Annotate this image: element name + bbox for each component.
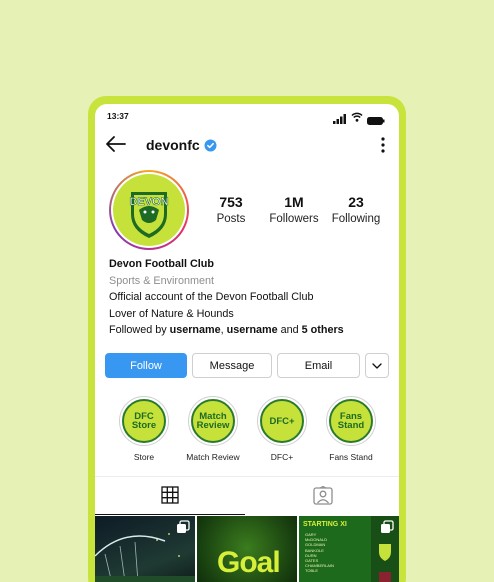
more-options-icon[interactable] xyxy=(377,135,389,155)
stat-posts[interactable]: 753 Posts xyxy=(208,194,254,225)
highlight-cover: Match Review xyxy=(191,399,235,443)
multiple-images-icon xyxy=(380,520,394,534)
follow-button[interactable]: Follow xyxy=(105,353,187,378)
follower-username[interactable]: username xyxy=(227,324,278,336)
profile-bio: Devon Football Club Sports & Environment… xyxy=(109,256,389,339)
followed-by[interactable]: Followed by username, username and 5 oth… xyxy=(109,322,389,339)
highlight-fans-stand[interactable]: Fans Stand Fans Stand xyxy=(316,396,386,462)
verified-badge-icon xyxy=(204,139,217,152)
avatar[interactable]: DEVON xyxy=(109,170,189,250)
logo-text: DEVON xyxy=(129,196,168,208)
highlight-cover: DFC+ xyxy=(260,399,304,443)
profile-name: Devon Football Club xyxy=(109,258,214,270)
follower-username[interactable]: username xyxy=(170,324,221,336)
followers-count: 1M xyxy=(284,194,304,210)
following-label: Following xyxy=(331,213,381,225)
suggestions-dropdown-button[interactable] xyxy=(365,353,389,378)
highlight-label: Fans Stand xyxy=(329,452,373,462)
profile-header: devonfc xyxy=(95,126,399,166)
posts-label: Posts xyxy=(216,213,246,225)
highlight-label: Match Review xyxy=(186,452,240,462)
club-logo: DEVON xyxy=(113,174,185,246)
highlight-label: Store xyxy=(133,452,155,462)
stat-following[interactable]: 23 Following xyxy=(328,194,384,225)
battery-icon xyxy=(367,112,385,125)
tab-tagged[interactable] xyxy=(247,477,397,515)
goal-graphic-text: Goal xyxy=(217,546,281,579)
wifi-icon xyxy=(351,110,363,122)
following-count: 23 xyxy=(348,194,364,210)
profile-tabs xyxy=(95,476,399,515)
signal-icon xyxy=(333,111,347,124)
highlight-match-review[interactable]: Match Review Match Review xyxy=(178,396,248,462)
highlight-dfc-plus[interactable]: DFC+ DFC+ xyxy=(247,396,317,462)
followers-label: Followers xyxy=(269,213,319,225)
followers-others[interactable]: 5 others xyxy=(302,324,344,336)
email-button[interactable]: Email xyxy=(277,353,360,378)
highlight-label: DFC+ xyxy=(270,452,294,462)
profile-category: Sports & Environment xyxy=(109,274,215,287)
post-thumbnail[interactable]: STARTING XI GARY McDONALD GOLDMAN BANKOL… xyxy=(299,516,399,582)
posts-count: 753 xyxy=(219,194,243,210)
starting-xi-list: GARY McDONALD GOLDMAN BANKOLE DURN GATES… xyxy=(305,532,334,574)
profile-username: devonfc xyxy=(146,137,200,153)
stat-followers[interactable]: 1M Followers xyxy=(263,194,325,225)
post-thumbnail[interactable] xyxy=(95,516,195,582)
back-arrow-icon[interactable] xyxy=(105,134,127,154)
status-icons xyxy=(333,110,385,125)
bio-line: Lover of Nature & Hounds xyxy=(109,307,234,320)
status-time: 13:37 xyxy=(107,111,129,121)
highlight-cover: DFC Store xyxy=(122,399,166,443)
starting-xi-title: STARTING XI xyxy=(303,521,347,528)
phone-frame: 13:37 devonfc DEVON 753 Posts 1M Followe… xyxy=(88,96,406,582)
app-screen: 13:37 devonfc DEVON 753 Posts 1M Followe… xyxy=(95,104,399,582)
message-button[interactable]: Message xyxy=(192,353,272,378)
grid-icon xyxy=(161,486,179,504)
tab-grid[interactable] xyxy=(95,477,245,515)
highlight-cover: Fans Stand xyxy=(329,399,373,443)
highlight-store[interactable]: DFC Store Store xyxy=(109,396,179,462)
bio-line: Official account of the Devon Football C… xyxy=(109,291,314,303)
posts-grid: Goal STARTING XI GARY McDONALD GOLDMAN B… xyxy=(95,516,399,582)
chevron-down-icon xyxy=(372,360,382,372)
post-thumbnail[interactable]: Goal xyxy=(197,516,297,582)
tagged-icon xyxy=(313,486,333,505)
multiple-images-icon xyxy=(176,520,190,534)
status-bar: 13:37 xyxy=(95,104,399,126)
